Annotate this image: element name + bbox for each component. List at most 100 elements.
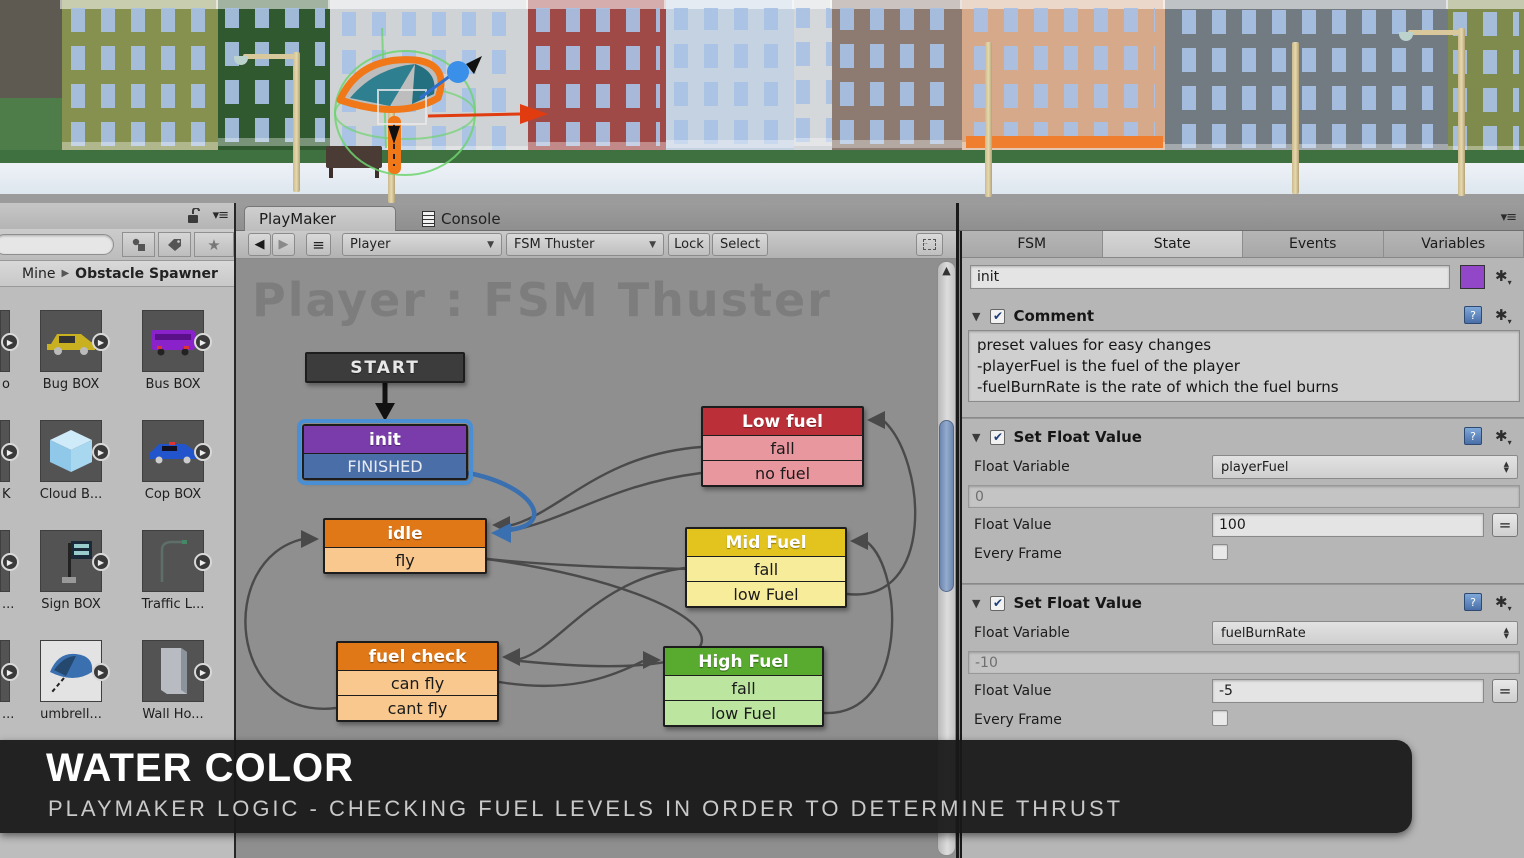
asset-thumbnail[interactable]: ▶ bbox=[142, 420, 204, 482]
disclosure-triangle-icon[interactable]: ▼ bbox=[972, 431, 980, 444]
asset-item[interactable]: ▶ umbrell... bbox=[26, 640, 116, 722]
scroll-up-icon[interactable]: ▲ bbox=[938, 264, 955, 277]
select-button[interactable]: Select bbox=[712, 233, 768, 256]
fsm-node-lowfuel[interactable]: Low fuelfallno fuel bbox=[701, 406, 864, 487]
action-gear-icon[interactable]: ✱▾ bbox=[1495, 593, 1512, 613]
breadcrumb-root[interactable]: Mine bbox=[22, 266, 55, 282]
filter-label-button[interactable] bbox=[158, 232, 191, 257]
help-icon[interactable]: ? bbox=[1464, 593, 1482, 611]
asset-item[interactable]: ▶ Bug BOX bbox=[26, 310, 116, 392]
node-transition-row[interactable]: cant fly bbox=[338, 695, 497, 720]
action-gear-icon[interactable]: ✱▾ bbox=[1495, 306, 1512, 326]
asset-play-icon[interactable]: ▶ bbox=[194, 663, 212, 681]
favorites-button[interactable]: ★ bbox=[194, 232, 234, 257]
inspector-tab-events[interactable]: Events bbox=[1243, 231, 1384, 257]
equals-button[interactable]: = bbox=[1492, 679, 1518, 703]
asset-item-clipped[interactable]: ▶ ... bbox=[0, 530, 12, 612]
set-float-2-header[interactable]: ▼ ✔ Set Float Value ? ✱▾ bbox=[962, 590, 1524, 616]
node-transition-row[interactable]: fall bbox=[665, 675, 822, 700]
asset-play-icon[interactable]: ▶ bbox=[92, 443, 110, 461]
search-input[interactable] bbox=[0, 234, 114, 255]
help-icon[interactable]: ? bbox=[1464, 306, 1482, 324]
lock-button[interactable]: Lock bbox=[668, 233, 710, 256]
tab-playmaker[interactable]: PlayMaker bbox=[244, 206, 396, 231]
action-enabled-checkbox[interactable]: ✔ bbox=[990, 430, 1005, 445]
node-transition-row[interactable]: FINISHED bbox=[304, 453, 466, 478]
asset-play-icon[interactable]: ▶ bbox=[1, 333, 19, 351]
asset-thumbnail[interactable]: ▶ bbox=[40, 420, 102, 482]
asset-thumbnail[interactable]: ▶ bbox=[142, 530, 204, 592]
action-gear-icon[interactable]: ✱▾ bbox=[1495, 427, 1512, 447]
node-transition-row[interactable]: fall bbox=[703, 435, 862, 460]
node-title[interactable]: Low fuel bbox=[703, 408, 862, 435]
lock-open-icon[interactable] bbox=[186, 208, 200, 224]
asset-play-icon[interactable]: ▶ bbox=[92, 553, 110, 571]
node-title[interactable]: High Fuel bbox=[665, 648, 822, 675]
fsm-node-start[interactable]: START bbox=[305, 352, 465, 383]
node-transition-row[interactable]: fall bbox=[687, 556, 845, 581]
help-icon[interactable]: ? bbox=[1464, 427, 1482, 445]
nav-back-button[interactable]: ◀ bbox=[248, 233, 271, 256]
asset-item[interactable]: ▶ Bus BOX bbox=[128, 310, 218, 392]
fsm-node-midfuel[interactable]: Mid Fuelfalllow Fuel bbox=[685, 527, 847, 608]
asset-play-icon[interactable]: ▶ bbox=[1, 663, 19, 681]
asset-thumbnail[interactable]: ▶ bbox=[40, 310, 102, 372]
asset-item[interactable]: ▶ Cop BOX bbox=[128, 420, 218, 502]
breadcrumb-current[interactable]: Obstacle Spawner bbox=[75, 266, 218, 282]
node-transition-row[interactable]: low Fuel bbox=[665, 700, 822, 725]
asset-thumbnail[interactable]: ▶ bbox=[40, 640, 102, 702]
asset-item-clipped[interactable]: ▶ ... bbox=[0, 640, 12, 722]
inspector-tab-fsm[interactable]: FSM bbox=[962, 231, 1103, 257]
asset-item[interactable]: ▶ Traffic L... bbox=[128, 530, 218, 612]
disclosure-triangle-icon[interactable]: ▼ bbox=[972, 310, 980, 323]
inspector-tab-state[interactable]: State bbox=[1103, 231, 1244, 257]
comment-textarea[interactable]: preset values for easy changes -playerFu… bbox=[968, 330, 1520, 402]
float-variable-dropdown[interactable]: playerFuel ▲▼ bbox=[1212, 455, 1518, 479]
asset-item[interactable]: ▶ Wall Ho... bbox=[128, 640, 218, 722]
node-title[interactable]: init bbox=[304, 426, 466, 453]
breadcrumb[interactable]: Mine ▶ Obstacle Spawner bbox=[0, 261, 234, 287]
asset-item-clipped[interactable]: ▶ K bbox=[0, 420, 12, 502]
asset-play-icon[interactable]: ▶ bbox=[92, 663, 110, 681]
every-frame-checkbox[interactable] bbox=[1212, 710, 1228, 726]
inspector-tab-variables[interactable]: Variables bbox=[1384, 231, 1524, 257]
filter-type-button[interactable] bbox=[122, 232, 155, 257]
asset-play-icon[interactable]: ▶ bbox=[1, 553, 19, 571]
node-transition-row[interactable]: can fly bbox=[338, 670, 497, 695]
node-title[interactable]: idle bbox=[325, 520, 485, 547]
panel-menu-icon[interactable]: ▾≡ bbox=[213, 208, 228, 223]
asset-play-icon[interactable]: ▶ bbox=[194, 553, 212, 571]
node-transition-row[interactable]: no fuel bbox=[703, 460, 862, 485]
asset-play-icon[interactable]: ▶ bbox=[194, 333, 212, 351]
fsm-dropdown[interactable]: FSM Thuster▼ bbox=[506, 233, 664, 256]
panel-menu-icon[interactable]: ▾≡ bbox=[1501, 210, 1516, 225]
asset-thumbnail[interactable]: ▶ bbox=[40, 530, 102, 592]
player-object-gizmo[interactable] bbox=[320, 28, 550, 193]
comment-enabled-checkbox[interactable]: ✔ bbox=[990, 309, 1005, 324]
equals-button[interactable]: = bbox=[1492, 513, 1518, 537]
node-transition-row[interactable]: low Fuel bbox=[687, 581, 845, 606]
state-color-swatch[interactable] bbox=[1460, 265, 1485, 289]
fsm-node-init[interactable]: initFINISHED bbox=[302, 424, 468, 480]
every-frame-checkbox[interactable] bbox=[1212, 544, 1228, 560]
fsm-node-highfuel[interactable]: High Fuelfalllow Fuel bbox=[663, 646, 824, 727]
asset-thumbnail[interactable]: ▶ bbox=[142, 640, 204, 702]
asset-item-clipped[interactable]: ▶ o bbox=[0, 310, 12, 392]
node-title[interactable]: Mid Fuel bbox=[687, 529, 845, 556]
state-name-input[interactable]: init bbox=[970, 265, 1450, 289]
node-title[interactable]: fuel check bbox=[338, 643, 497, 670]
float-variable-dropdown[interactable]: fuelBurnRate ▲▼ bbox=[1212, 621, 1518, 645]
node-title[interactable]: START bbox=[307, 354, 463, 381]
gameobject-dropdown[interactable]: Player▼ bbox=[342, 233, 502, 256]
set-float-1-header[interactable]: ▼ ✔ Set Float Value ? ✱▾ bbox=[962, 424, 1524, 450]
asset-item[interactable]: ▶ Sign BOX bbox=[26, 530, 116, 612]
minimap-toggle-button[interactable]: ·· bbox=[916, 233, 943, 256]
asset-item[interactable]: ▶ Cloud B... bbox=[26, 420, 116, 502]
fsm-node-idle[interactable]: idlefly bbox=[323, 518, 487, 574]
nav-forward-button[interactable]: ▶ bbox=[272, 233, 295, 256]
float-value-input[interactable]: -5 bbox=[1212, 679, 1484, 703]
tab-console[interactable]: Console bbox=[408, 206, 538, 231]
float-value-input[interactable]: 100 bbox=[1212, 513, 1484, 537]
disclosure-triangle-icon[interactable]: ▼ bbox=[972, 597, 980, 610]
asset-thumbnail[interactable]: ▶ bbox=[142, 310, 204, 372]
